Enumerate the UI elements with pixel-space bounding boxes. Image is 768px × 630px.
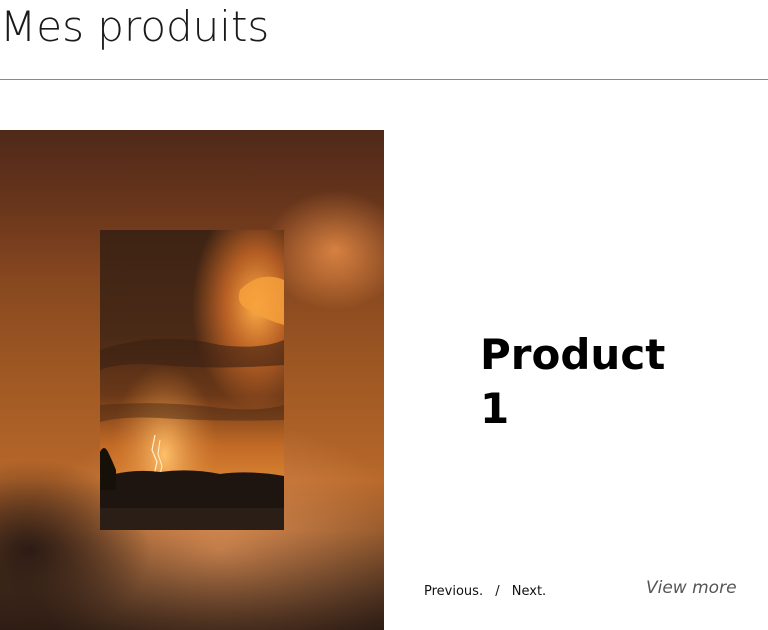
pagination-nav: Previous. / Next. [424,584,546,599]
nav-separator: / [495,584,500,599]
product-hero-background [0,130,384,630]
product-page: Mes produits Product 1 Previous. / Next.… [0,0,768,630]
view-more-link[interactable]: View more [646,578,737,598]
page-title: Mes produits [0,2,270,51]
title-divider [0,79,768,80]
previous-button[interactable]: Previous. [424,584,483,599]
next-button[interactable]: Next. [512,584,546,599]
product-image [100,230,284,530]
product-name: Product 1 [480,330,666,433]
storm-photo-icon [100,230,284,530]
